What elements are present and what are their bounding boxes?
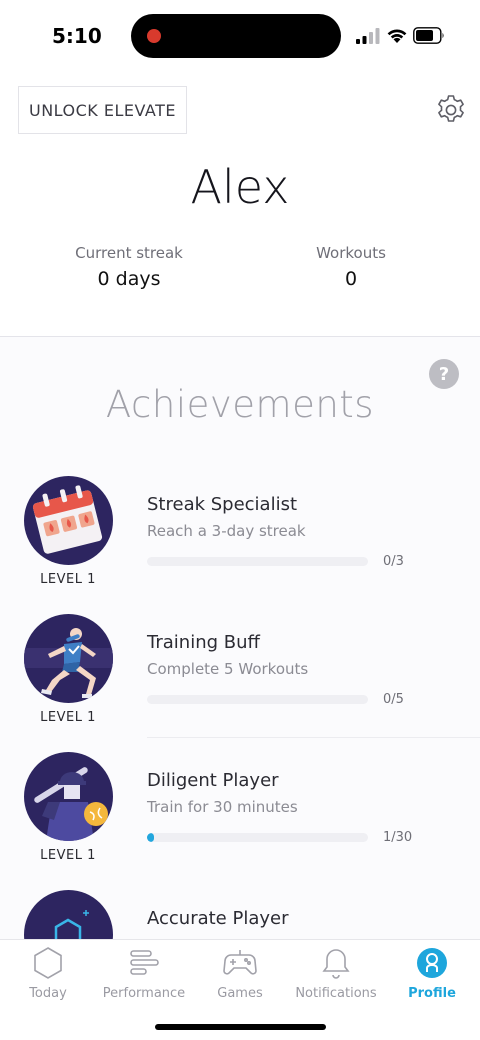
- achievement-progress-bar: [147, 557, 368, 566]
- achievement-item[interactable]: Accurate Player: [0, 890, 480, 940]
- bell-icon: [322, 949, 350, 979]
- tab-label: Performance: [102, 986, 186, 1001]
- hexagon-icon: [34, 947, 62, 979]
- profile-icon: [417, 948, 447, 978]
- battery-icon: [413, 27, 444, 44]
- tab-games[interactable]: Games: [192, 946, 288, 1006]
- recording-dot-icon: [147, 29, 161, 43]
- streak-value: 0 days: [97, 268, 161, 290]
- tab-profile[interactable]: Profile: [384, 946, 480, 1006]
- achievements-title: Achievements: [105, 383, 375, 426]
- achievement-progress-bar: [147, 833, 368, 842]
- gamepad-icon: [223, 950, 257, 975]
- achievement-level: LEVEL 1: [40, 710, 96, 725]
- unlock-elevate-button[interactable]: UNLOCK ELEVATE: [18, 86, 187, 134]
- dynamic-island: [131, 14, 341, 58]
- tab-label: Today: [29, 986, 67, 1001]
- achievement-subtitle: Reach a 3-day streak: [147, 522, 306, 540]
- achievement-progress-count: 0/5: [383, 692, 404, 707]
- tab-label: Games: [217, 986, 263, 1001]
- tab-today[interactable]: Today: [0, 946, 96, 1006]
- achievement-title: Diligent Player: [147, 770, 279, 791]
- achievement-progress-count: 1/30: [383, 830, 413, 845]
- cellular-signal-icon: [356, 28, 380, 44]
- gear-icon[interactable]: [434, 93, 468, 127]
- profile-name: Alex: [190, 160, 290, 214]
- achievements-section[interactable]: ? Achievements LEVEL 1 Streak Specialist…: [0, 337, 480, 940]
- achievement-subtitle: Complete 5 Workouts: [147, 660, 309, 678]
- row-divider: [147, 737, 480, 738]
- achievement-item[interactable]: LEVEL 1 Diligent Player Train for 30 min…: [0, 752, 480, 890]
- calendar-streak-icon: [24, 476, 113, 565]
- current-streak-stat: Current streak 0 days: [29, 244, 229, 290]
- achievement-level: LEVEL 1: [40, 848, 96, 863]
- achievement-title: Training Buff: [147, 632, 260, 653]
- workouts-label: Workouts: [316, 244, 386, 262]
- achievement-progress-count: 0/3: [383, 554, 404, 569]
- runner-icon: [24, 614, 113, 703]
- home-indicator[interactable]: [155, 1024, 326, 1030]
- tab-label: Notifications: [295, 986, 377, 1001]
- achievement-progress-fill: [147, 833, 155, 842]
- achievement-subtitle: Train for 30 minutes: [147, 798, 298, 816]
- wifi-icon: [387, 29, 407, 43]
- baseball-player-icon: [24, 752, 113, 841]
- status-time: 5:10: [52, 24, 102, 48]
- achievement-progress-bar: [147, 695, 368, 704]
- bars-icon: [130, 950, 159, 975]
- achievement-title: Streak Specialist: [147, 494, 298, 515]
- streak-label: Current streak: [75, 244, 183, 262]
- achievement-level: LEVEL 1: [40, 572, 96, 587]
- tab-label: Profile: [408, 986, 456, 1001]
- status-bar: 5:10: [0, 0, 480, 72]
- achievement-item[interactable]: LEVEL 1 Training Buff Complete 5 Workout…: [0, 614, 480, 752]
- workouts-value: 0: [344, 268, 358, 290]
- tab-performance[interactable]: Performance: [96, 946, 192, 1006]
- achievement-title: Accurate Player: [147, 908, 289, 929]
- achievement-item[interactable]: LEVEL 1 Streak Specialist Reach a 3-day …: [0, 476, 480, 614]
- tab-notifications[interactable]: Notifications: [288, 946, 384, 1006]
- target-hexagon-icon: [24, 890, 113, 940]
- workouts-stat: Workouts 0: [251, 244, 451, 290]
